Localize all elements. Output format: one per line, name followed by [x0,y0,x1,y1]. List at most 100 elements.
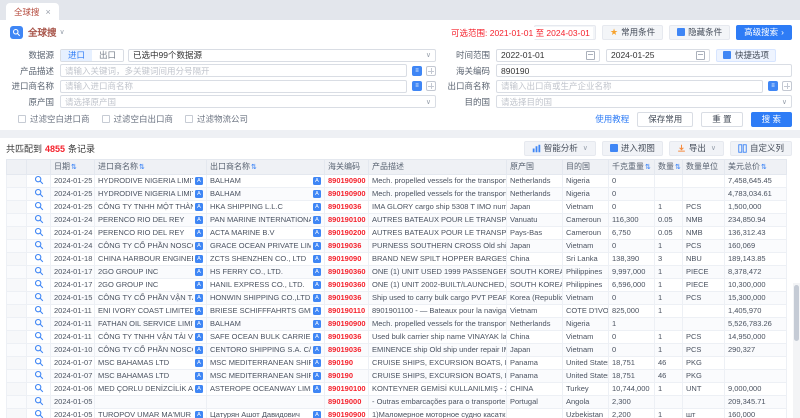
batch-input-icon[interactable]: ≡ [412,81,422,91]
exporter-translate-icon[interactable]: A [313,203,321,211]
importer-translate-icon[interactable]: A [195,242,203,250]
table-row[interactable]: 2024-01-25 HYDRODIVE NIGERIA LIMITEDA BA… [7,174,787,187]
importer-translate-icon[interactable]: A [195,359,203,367]
table-row[interactable]: 2024-01-17 2GO GROUP INCA HS FERRY CO., … [7,265,787,278]
exporter-translate-icon[interactable]: A [313,307,321,315]
row-search-cell[interactable] [27,200,51,213]
custom-columns-button[interactable]: 自定义列 [730,141,792,156]
header-kg-weight[interactable]: 千克重量⇅ [609,159,655,174]
importer-translate-icon[interactable]: A [195,385,203,393]
row-search-cell[interactable] [27,330,51,343]
row-search-cell[interactable] [27,343,51,356]
data-source-select[interactable]: 已选中99个数据源 ∨ [128,49,436,62]
table-row[interactable]: 2024-01-11 ENI IVORY COAST LIMITEDA BRIE… [7,304,787,317]
exporter-translate-icon[interactable]: A [313,216,321,224]
table-row[interactable]: 2024-01-06 MED ÇORLU DENİZCİLİK ANONİM Ş… [7,382,787,395]
row-search-cell[interactable] [27,356,51,369]
favorites-button[interactable]: ★ 常用条件 [602,25,663,40]
advanced-search-button[interactable]: 高级搜索 › [736,25,792,40]
exporter-translate-icon[interactable]: A [313,281,321,289]
table-row[interactable]: 2024-01-05 TUROPOV UMAR MA'MUR O'G'LIA Ц… [7,408,787,418]
importer-translate-icon[interactable]: A [195,177,203,185]
export-toggle[interactable]: 出口 [92,50,123,61]
export-button[interactable]: 导出 ∨ [669,141,724,156]
exporter-translate-icon[interactable]: A [313,177,321,185]
importer-translate-icon[interactable]: A [195,190,203,198]
header-usd-total[interactable]: 美元总价⇅ [725,159,787,174]
hs-code-input[interactable] [501,65,787,76]
importer-translate-icon[interactable]: A [195,203,203,211]
filter-blank-exporter-checkbox[interactable]: 过滤空白出口商 [102,113,174,125]
exporter-translate-icon[interactable]: A [313,190,321,198]
end-date-input[interactable] [611,50,681,61]
exporter-translate-icon[interactable]: A [313,346,321,354]
search-button[interactable]: 搜 索 [751,112,792,127]
row-search-cell[interactable] [27,239,51,252]
table-row[interactable]: 2024-01-25 CÔNG TY TNHH MỘT THÀNH VIÊN Đ… [7,200,787,213]
row-search-cell[interactable] [27,187,51,200]
row-search-cell[interactable] [27,317,51,330]
importer-translate-icon[interactable]: A [195,281,203,289]
table-row[interactable]: 2024-01-25 HYDRODIVE NIGERIA LIMITEDA BA… [7,187,787,200]
importer-translate-icon[interactable]: A [195,294,203,302]
table-row[interactable]: 2024-01-24 PERENCO RIO DEL REYA PAN MARI… [7,213,787,226]
more-options-icon[interactable] [426,81,436,91]
exporter-translate-icon[interactable]: A [313,359,321,367]
row-search-cell[interactable] [27,278,51,291]
row-search-cell[interactable] [27,304,51,317]
table-row[interactable]: 2024-01-10 CÔNG TY CỔ PHẦN NOSCO SHIPYAR… [7,343,787,356]
quick-options-button[interactable]: 快捷选项 [716,49,776,62]
filter-logistics-checkbox[interactable]: 过滤物流公司 [185,113,248,125]
table-row[interactable]: 2024-01-24 PERENCO RIO DEL REYA ACTA MAR… [7,226,787,239]
more-options-icon[interactable] [426,66,436,76]
exporter-translate-icon[interactable]: A [313,320,321,328]
header-date[interactable]: 日期⇅ [51,159,95,174]
enter-view-button[interactable]: 进入视图 [602,141,663,156]
dest-country-select[interactable]: 请选择目的国 ∨ [496,95,792,108]
table-row[interactable]: 2024-01-17 2GO GROUP INCA HANIL EXPRESS … [7,278,787,291]
calendar-icon[interactable] [586,51,595,60]
reset-button[interactable]: 重 置 [701,112,742,127]
exporter-translate-icon[interactable]: A [313,411,321,418]
exporter-input[interactable] [501,81,758,92]
save-common-button[interactable]: 保存常用 [637,112,693,127]
row-search-cell[interactable] [27,226,51,239]
row-search-cell[interactable] [27,395,51,408]
importer-translate-icon[interactable]: A [195,307,203,315]
row-search-cell[interactable] [27,408,51,418]
importer-translate-icon[interactable]: A [195,372,203,380]
row-search-cell[interactable] [27,369,51,382]
exporter-translate-icon[interactable]: A [313,294,321,302]
more-options-icon[interactable] [782,81,792,91]
smart-analysis-button[interactable]: 智能分析 ∨ [524,141,596,156]
table-row[interactable]: 2024-01-24 CÔNG TY CỔ PHẦN NOSCO SHIPYAR… [7,239,787,252]
exporter-translate-icon[interactable]: A [313,229,321,237]
filter-blank-importer-checkbox[interactable]: 过滤空白进口商 [18,113,90,125]
exporter-translate-icon[interactable]: A [313,385,321,393]
importer-input[interactable] [65,81,402,92]
import-toggle[interactable]: 进口 [61,50,92,61]
vertical-scrollbar[interactable] [793,283,800,418]
header-importer[interactable]: 进口商名称⇅ [95,159,207,174]
exporter-translate-icon[interactable]: A [313,372,321,380]
scrollbar-thumb[interactable] [794,285,799,341]
importer-translate-icon[interactable]: A [195,255,203,263]
origin-country-select[interactable]: 请选择原产国 ∨ [60,95,436,108]
calendar-icon[interactable] [696,51,705,60]
importer-translate-icon[interactable]: A [195,216,203,224]
tab-global-search[interactable]: 全球搜 × [6,3,59,20]
chevron-down-icon[interactable]: ∨ [60,28,65,36]
row-search-cell[interactable] [27,291,51,304]
batch-input-icon[interactable]: ≡ [412,66,422,76]
hide-conditions-button[interactable]: 隐藏条件 [669,25,730,40]
table-row[interactable]: 2024-01-07 MSC BAHAMAS LTDA MSC MEDITERR… [7,369,787,382]
batch-input-icon[interactable]: ≡ [768,81,778,91]
exporter-translate-icon[interactable]: A [313,255,321,263]
importer-translate-icon[interactable]: A [195,346,203,354]
row-search-cell[interactable] [27,174,51,187]
importer-translate-icon[interactable]: A [195,268,203,276]
exporter-translate-icon[interactable]: A [313,242,321,250]
row-search-cell[interactable] [27,265,51,278]
row-search-cell[interactable] [27,213,51,226]
tutorial-link[interactable]: 使用教程 [595,113,629,125]
